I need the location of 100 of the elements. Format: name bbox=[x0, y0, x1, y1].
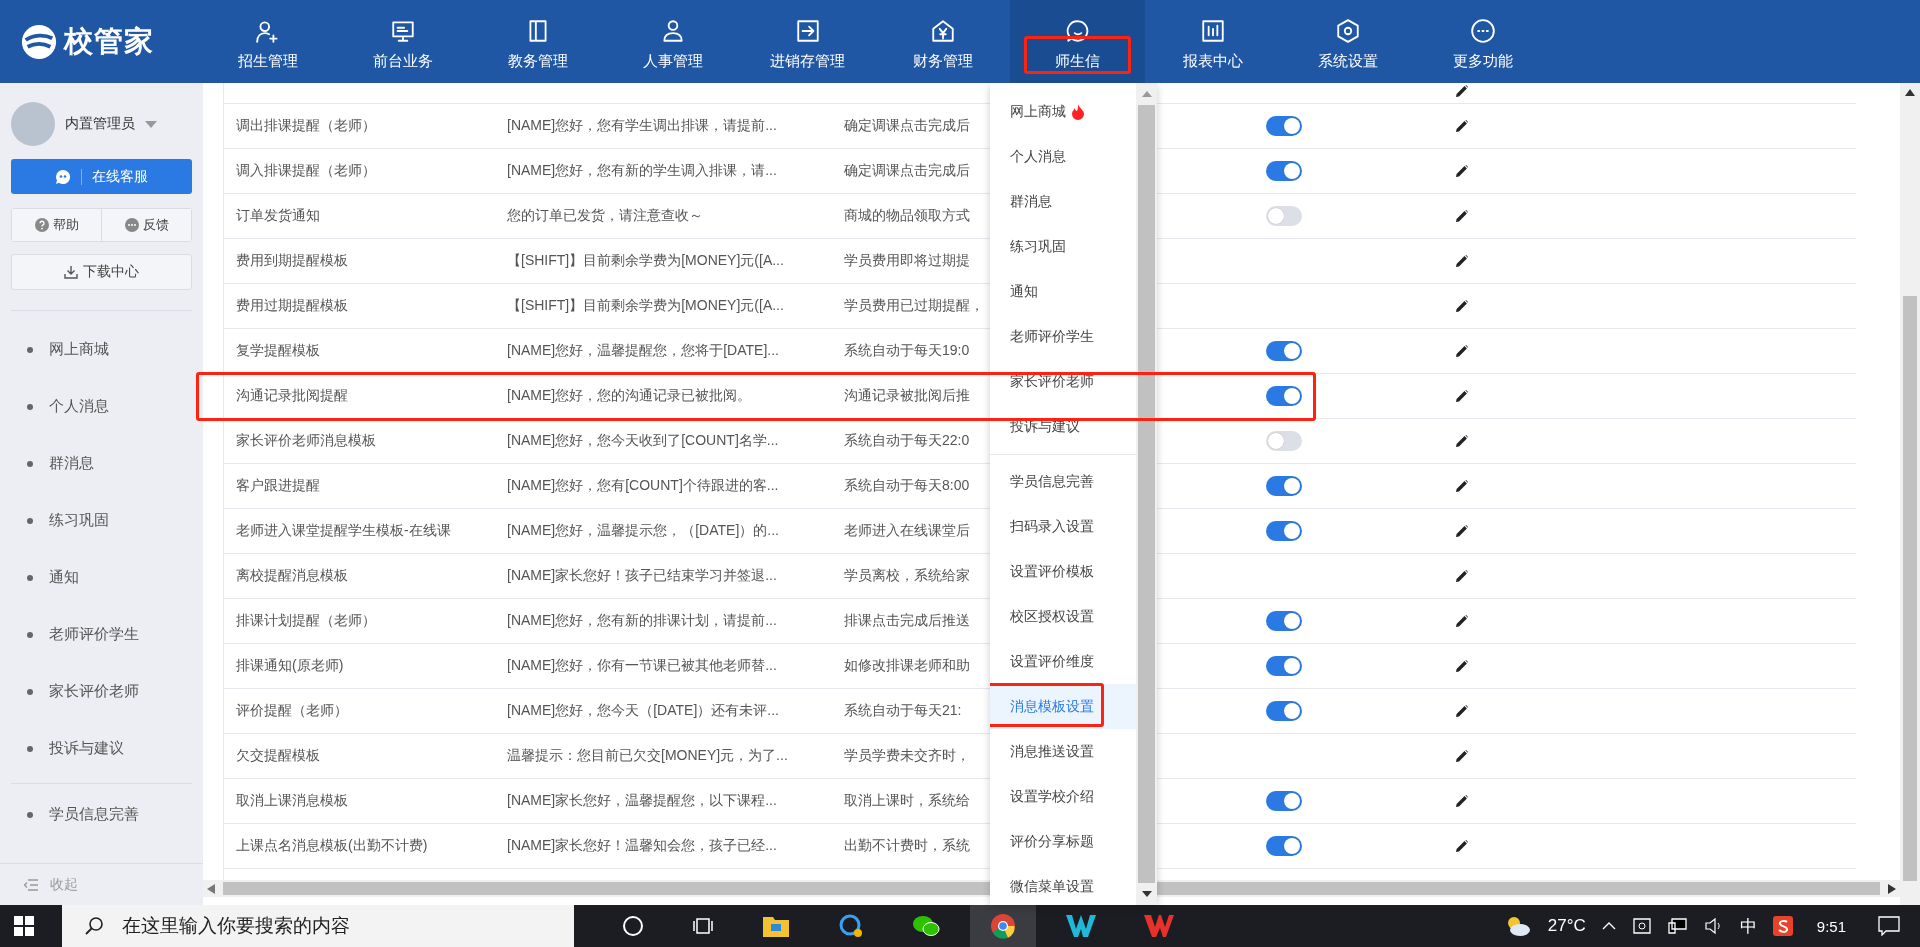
sidebar-item[interactable]: 投诉与建议 bbox=[11, 720, 192, 777]
edit-icon[interactable] bbox=[1456, 615, 1468, 627]
nav-tab[interactable]: 更多功能 bbox=[1415, 0, 1550, 83]
nav-tab[interactable]: 进销存管理 bbox=[740, 0, 875, 83]
feedback-button[interactable]: 反馈 bbox=[101, 209, 191, 241]
toggle-switch[interactable] bbox=[1266, 701, 1302, 721]
circle-icon[interactable] bbox=[622, 915, 644, 937]
nav-tab[interactable]: 报表中心 bbox=[1145, 0, 1280, 83]
vertical-scrollbar[interactable] bbox=[1900, 83, 1920, 905]
toggle-switch[interactable] bbox=[1266, 656, 1302, 676]
menu-item[interactable]: 群消息 bbox=[990, 179, 1136, 224]
menu-item[interactable]: 设置学校介绍 bbox=[990, 774, 1136, 819]
menu-item[interactable]: 通知 bbox=[990, 269, 1136, 314]
tray-app-icon[interactable] bbox=[1631, 917, 1652, 935]
input-method-indicator[interactable]: 中 bbox=[1739, 914, 1757, 938]
s-letter-app-icon[interactable] bbox=[1772, 916, 1793, 936]
scroll-up-icon[interactable] bbox=[1905, 89, 1915, 96]
edit-icon[interactable] bbox=[1456, 840, 1468, 852]
nav-tab[interactable]: 前台业务 bbox=[335, 0, 470, 83]
toggle-switch[interactable] bbox=[1266, 476, 1302, 496]
menu-item[interactable]: 校区授权设置 bbox=[990, 594, 1136, 639]
toggle-switch[interactable] bbox=[1266, 341, 1302, 361]
toggle-switch[interactable] bbox=[1266, 431, 1302, 451]
toggle-switch[interactable] bbox=[1266, 521, 1302, 541]
table-cell: 老师进入在线课堂后 bbox=[844, 522, 970, 540]
menu-item[interactable]: 网上商城 bbox=[990, 89, 1136, 134]
chat-icon[interactable] bbox=[912, 914, 940, 938]
sidebar-item[interactable]: 练习巩固 bbox=[11, 492, 192, 549]
edit-icon[interactable] bbox=[1456, 480, 1468, 492]
toggle-switch[interactable] bbox=[1266, 791, 1302, 811]
scroll-left-icon[interactable] bbox=[207, 883, 215, 894]
edit-icon[interactable] bbox=[1456, 660, 1468, 672]
chevron-up-icon[interactable] bbox=[1601, 922, 1616, 930]
wps-app-icon[interactable] bbox=[1144, 915, 1174, 937]
menu-item[interactable]: 消息模板设置 bbox=[990, 684, 1136, 729]
edit-icon[interactable] bbox=[1456, 435, 1468, 447]
sidebar-item[interactable]: 网上商城 bbox=[11, 321, 192, 378]
network-icon[interactable] bbox=[1667, 917, 1688, 935]
nav-tab[interactable]: 人事管理 bbox=[605, 0, 740, 83]
edit-icon[interactable] bbox=[1456, 210, 1468, 222]
edit-icon[interactable] bbox=[1456, 345, 1468, 357]
user-name[interactable]: 内置管理员 bbox=[65, 115, 135, 133]
menu-item[interactable]: 评价分享标题 bbox=[990, 819, 1136, 864]
menu-item[interactable]: 设置评价维度 bbox=[990, 639, 1136, 684]
help-button[interactable]: 帮助 bbox=[12, 209, 101, 241]
w-letter-app-icon[interactable] bbox=[1066, 915, 1096, 937]
notification-icon[interactable] bbox=[1878, 916, 1900, 936]
download-center-button[interactable]: 下载中心 bbox=[11, 254, 192, 290]
nav-tab[interactable]: 教务管理 bbox=[470, 0, 605, 83]
edit-icon[interactable] bbox=[1456, 120, 1468, 132]
browser-taskbar-button[interactable] bbox=[970, 905, 1036, 947]
sidebar-item[interactable]: 学员信息完善 bbox=[11, 786, 192, 843]
scroll-right-icon[interactable] bbox=[1888, 883, 1896, 894]
edit-icon[interactable] bbox=[1456, 300, 1468, 312]
toggle-switch[interactable] bbox=[1266, 836, 1302, 856]
app-icon[interactable] bbox=[838, 913, 864, 939]
edit-icon[interactable] bbox=[1456, 85, 1468, 97]
horizontal-scrollbar[interactable] bbox=[203, 880, 1900, 897]
menu-item[interactable]: 家长评价老师 bbox=[990, 359, 1136, 404]
menu-item[interactable]: 老师评价学生 bbox=[990, 314, 1136, 359]
toggle-switch[interactable] bbox=[1266, 206, 1302, 226]
sidebar-item[interactable]: 群消息 bbox=[11, 435, 192, 492]
menu-item[interactable]: 练习巩固 bbox=[990, 224, 1136, 269]
menu-scrollbar[interactable] bbox=[1136, 83, 1157, 905]
menu-item[interactable]: 微信菜单设置 bbox=[990, 864, 1136, 905]
menu-item[interactable]: 个人消息 bbox=[990, 134, 1136, 179]
clock-time[interactable]: 9:51 bbox=[1816, 917, 1846, 935]
toggle-switch[interactable] bbox=[1266, 161, 1302, 181]
edit-icon[interactable] bbox=[1456, 750, 1468, 762]
edit-icon[interactable] bbox=[1456, 525, 1468, 537]
table-cell: 学员学费未交齐时， bbox=[844, 747, 970, 765]
menu-item[interactable]: 消息推送设置 bbox=[990, 729, 1136, 774]
folder-icon[interactable] bbox=[762, 914, 790, 938]
nav-tab[interactable]: 财务管理 bbox=[875, 0, 1010, 83]
menu-item[interactable]: 学员信息完善 bbox=[990, 459, 1136, 504]
sidebar-item[interactable]: 家长评价老师 bbox=[11, 663, 192, 720]
menu-item[interactable]: 设置评价模板 bbox=[990, 549, 1136, 594]
table-cell: [NAME]您好，您有学生调出排课，请提前... bbox=[507, 117, 777, 135]
sidebar-item[interactable]: 老师评价学生 bbox=[11, 606, 192, 663]
scroll-down-icon[interactable] bbox=[1141, 891, 1152, 897]
toggle-switch[interactable] bbox=[1266, 116, 1302, 136]
taskbar-search-field[interactable]: 在这里输入你要搜索的内容 bbox=[62, 905, 574, 947]
toggle-switch[interactable] bbox=[1266, 611, 1302, 631]
menu-item[interactable]: 扫码录入设置 bbox=[990, 504, 1136, 549]
nav-tab[interactable]: 系统设置 bbox=[1280, 0, 1415, 83]
task-view-icon[interactable] bbox=[692, 915, 714, 937]
edit-icon[interactable] bbox=[1456, 705, 1468, 717]
nav-tab[interactable]: 招生管理 bbox=[200, 0, 335, 83]
edit-icon[interactable] bbox=[1456, 165, 1468, 177]
nav-tab[interactable]: 师生信 bbox=[1010, 0, 1145, 83]
sidebar-item[interactable]: 个人消息 bbox=[11, 378, 192, 435]
sidebar-item[interactable]: 通知 bbox=[11, 549, 192, 606]
edit-icon[interactable] bbox=[1456, 570, 1468, 582]
edit-icon[interactable] bbox=[1456, 390, 1468, 402]
edit-icon[interactable] bbox=[1456, 795, 1468, 807]
edit-icon[interactable] bbox=[1456, 255, 1468, 267]
toggle-switch[interactable] bbox=[1266, 386, 1302, 406]
windows-start-icon[interactable] bbox=[14, 916, 34, 936]
temperature-text[interactable]: 27°C bbox=[1547, 916, 1586, 936]
online-service-button[interactable]: 在线客服 bbox=[11, 159, 192, 194]
